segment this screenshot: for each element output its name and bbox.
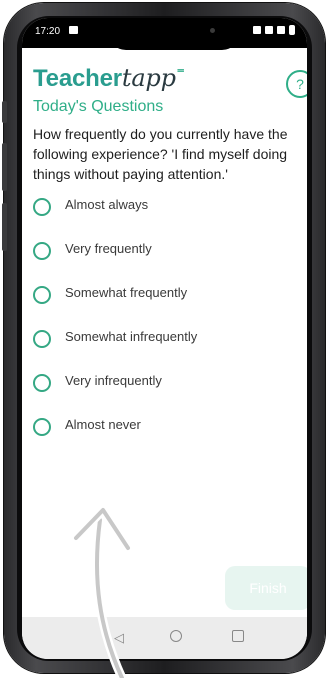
gallery-notification-icon (69, 26, 78, 34)
option-very-infrequently[interactable]: Very infrequently (33, 372, 303, 416)
signal-icon (277, 26, 285, 34)
option-label: Almost always (65, 197, 149, 212)
option-label: Very frequently (65, 241, 152, 256)
phone-screen: 17:20 Teachertapp⁼ ? Today's Questions H… (22, 18, 307, 659)
radio-circle-icon[interactable] (33, 286, 51, 304)
radio-circle-icon[interactable] (33, 374, 51, 392)
answer-options: Almost always Very frequently Somewhat f… (33, 196, 303, 460)
option-almost-always[interactable]: Almost always (33, 196, 303, 240)
front-camera-icon (210, 28, 215, 33)
radio-circle-icon[interactable] (33, 198, 51, 216)
option-almost-never[interactable]: Almost never (33, 416, 303, 460)
notch (108, 18, 240, 50)
option-somewhat-infrequently[interactable]: Somewhat infrequently (33, 328, 303, 372)
recent-apps-icon[interactable] (232, 630, 244, 642)
page-subtitle: Today's Questions (33, 98, 164, 115)
status-bar: 17:20 (22, 18, 307, 50)
help-button[interactable]: ? (286, 70, 307, 98)
status-time: 17:20 (35, 26, 61, 37)
back-icon[interactable]: ◁ (114, 630, 124, 646)
battery-icon (289, 25, 295, 35)
radio-circle-icon[interactable] (33, 330, 51, 348)
radio-circle-icon[interactable] (33, 418, 51, 436)
question-text: How frequently do you currently have the… (33, 126, 288, 182)
logo-tapp-text: tapp (121, 64, 176, 92)
option-label: Somewhat frequently (65, 285, 188, 300)
vibrate-icon (265, 26, 273, 34)
finish-button[interactable]: Finish (225, 566, 307, 610)
home-icon[interactable] (170, 630, 182, 642)
option-label: Somewhat infrequently (65, 329, 198, 344)
teachertapp-logo: Teachertapp⁼ (33, 64, 185, 93)
logo-spark-icon: ⁼ (176, 65, 185, 82)
side-button-volume-down (2, 203, 7, 251)
option-somewhat-frequently[interactable]: Somewhat frequently (33, 284, 303, 328)
option-label: Very infrequently (65, 373, 162, 388)
side-button-volume-up (2, 143, 7, 191)
phone-frame: 17:20 Teachertapp⁼ ? Today's Questions H… (2, 3, 325, 673)
nfc-icon (253, 26, 261, 34)
option-very-frequently[interactable]: Very frequently (33, 240, 303, 284)
side-button-mute (2, 101, 7, 123)
android-nav-bar: ◁ (22, 617, 307, 659)
status-icons (253, 25, 295, 35)
radio-circle-icon[interactable] (33, 242, 51, 260)
option-label: Almost never (65, 417, 141, 432)
logo-teacher-text: Teacher (33, 65, 122, 92)
